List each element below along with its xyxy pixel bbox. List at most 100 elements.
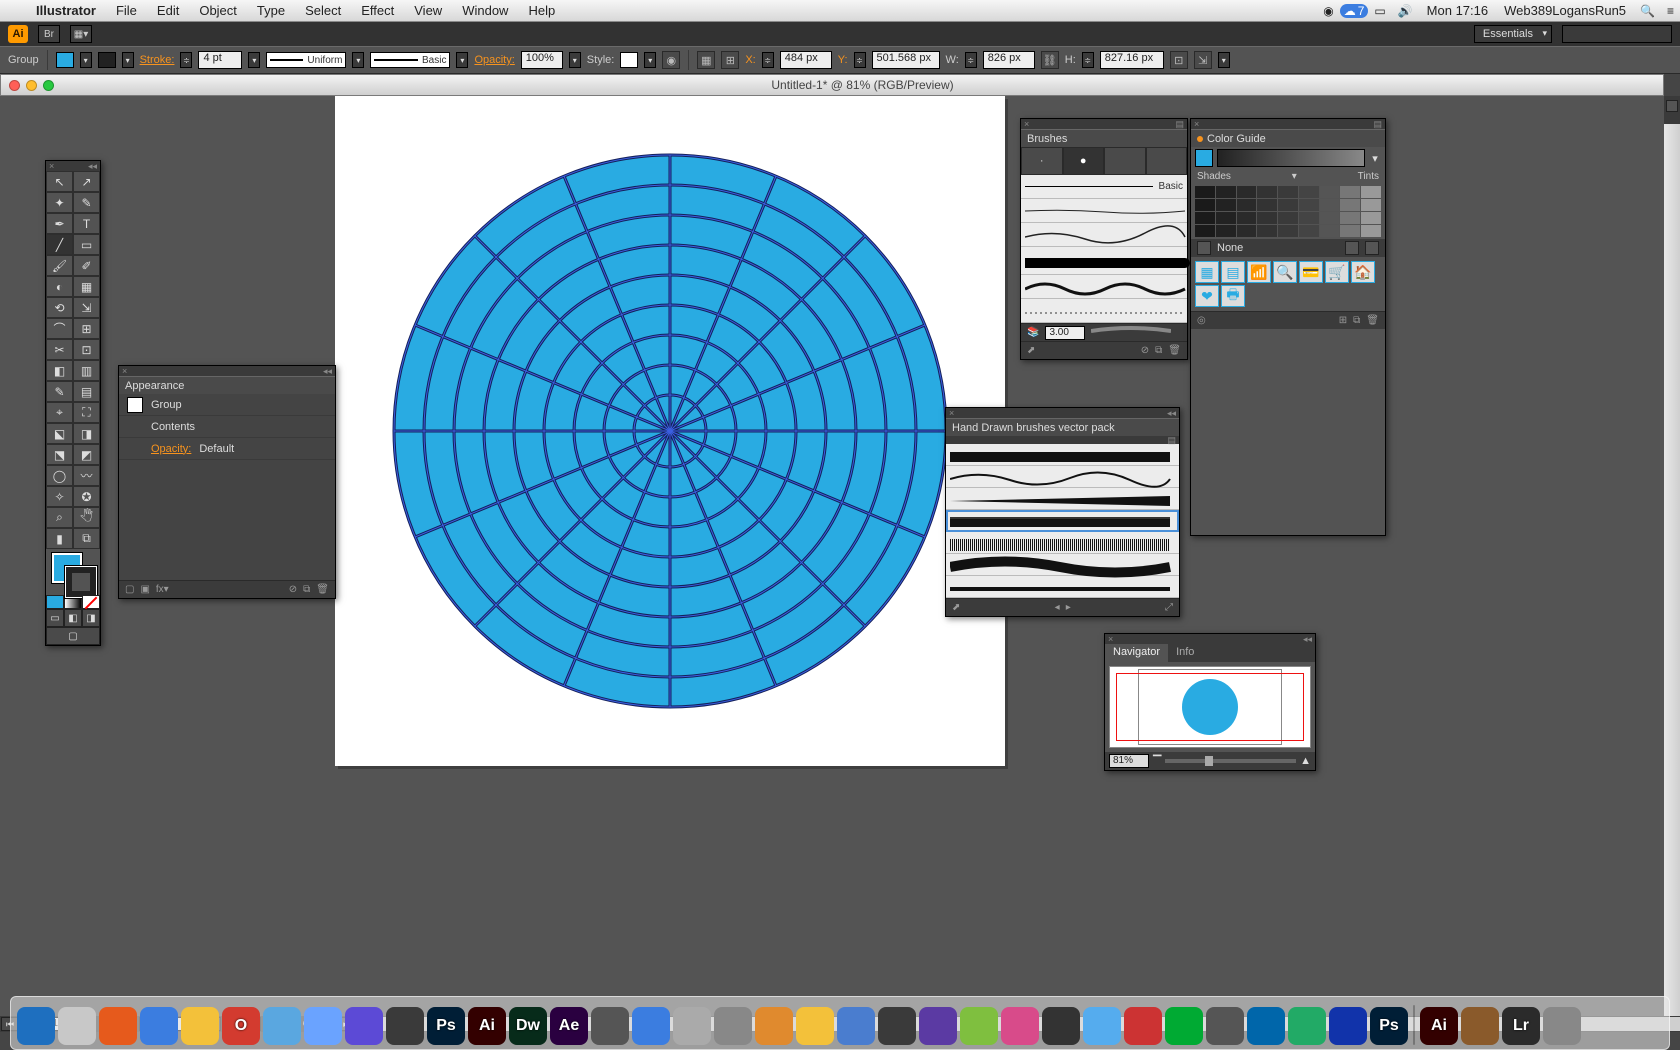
color-swatch[interactable] — [1320, 186, 1340, 198]
fill-swatch[interactable] — [56, 52, 74, 68]
stroke-swatch[interactable] — [98, 52, 116, 68]
tool-button[interactable]: ✂ — [46, 339, 73, 360]
color-swatch[interactable] — [1237, 225, 1257, 237]
dock-app-icon[interactable] — [1329, 1007, 1367, 1045]
dock-app-icon[interactable] — [99, 1007, 137, 1045]
grid-icon[interactable] — [1197, 241, 1211, 255]
fill-stroke-control[interactable] — [46, 549, 100, 595]
workspace-switcher[interactable]: Essentials — [1474, 25, 1552, 43]
dock-toggle-icon[interactable] — [1666, 100, 1678, 112]
tool-button[interactable]: ▥ — [73, 360, 100, 381]
brush-definition[interactable]: Basic — [370, 52, 450, 68]
navigator-zoom-slider[interactable] — [1165, 759, 1296, 763]
color-swatch[interactable] — [1237, 199, 1257, 211]
artboard[interactable] — [335, 96, 1005, 766]
tool-button[interactable]: ⊡ — [73, 339, 100, 360]
dock-app-icon[interactable] — [140, 1007, 178, 1045]
collapse-icon[interactable]: ◂◂ — [1303, 634, 1312, 645]
color-variation-grid[interactable] — [1191, 184, 1385, 239]
status-sync-icon[interactable]: ◉ — [1317, 4, 1339, 18]
dock-app-icon[interactable] — [1165, 1007, 1203, 1045]
guide-icon[interactable]: ▦ — [1195, 261, 1219, 283]
align-icon[interactable]: ▦ — [697, 51, 715, 69]
color-swatch[interactable] — [1257, 212, 1277, 224]
varwidth-dd[interactable]: ▾ — [352, 52, 364, 68]
color-swatch[interactable] — [1278, 225, 1298, 237]
dock-app-icon[interactable] — [58, 1007, 96, 1045]
brush-basic[interactable]: Basic — [1021, 175, 1187, 199]
expand-icon[interactable]: ⤢ — [1165, 602, 1173, 613]
tool-button[interactable]: ⇲ — [73, 297, 100, 318]
draw-normal-icon[interactable]: ▭ — [46, 609, 64, 627]
brush-item[interactable] — [1021, 223, 1187, 247]
vertical-scrollbar[interactable] — [1664, 96, 1680, 1016]
tool-button[interactable]: ◯ — [46, 465, 73, 486]
guide-icon[interactable]: ▤ — [1221, 261, 1245, 283]
dock-app-icon[interactable]: O — [222, 1007, 260, 1045]
status-cloud-icon[interactable]: ☁7 — [1340, 4, 1369, 18]
collapse-icon[interactable]: ◂◂ — [1167, 408, 1176, 419]
dock-app-icon[interactable] — [1124, 1007, 1162, 1045]
guide-icon[interactable]: ❤ — [1195, 285, 1219, 307]
zoom-out-icon[interactable]: ▔ — [1153, 755, 1161, 768]
dock-app-icon[interactable]: Dw — [509, 1007, 547, 1045]
color-swatch[interactable] — [1278, 199, 1298, 211]
color-swatch[interactable] — [1299, 186, 1319, 198]
tool-button[interactable]: 〰 — [73, 465, 100, 486]
color-swatch[interactable] — [1340, 199, 1360, 211]
tool-button[interactable]: T — [73, 213, 100, 234]
dock-app-icon[interactable]: Ae — [550, 1007, 588, 1045]
link-wh-icon[interactable]: ⛓ — [1041, 51, 1059, 69]
tool-button[interactable]: ⌖ — [46, 402, 73, 423]
info-tab[interactable]: Info — [1168, 644, 1202, 662]
tool-button[interactable]: ⊞ — [73, 318, 100, 339]
shape-mode-icon[interactable]: ⊡ — [1170, 51, 1188, 69]
cg-icon[interactable]: ⊞ — [1339, 315, 1347, 326]
guide-icon[interactable]: 🖶 — [1221, 285, 1245, 307]
draw-behind-icon[interactable]: ◧ — [64, 609, 82, 627]
close-icon[interactable]: × — [1024, 119, 1029, 129]
opacity-link[interactable]: Opacity: — [151, 443, 191, 455]
stroke-dropdown[interactable]: ▾ — [122, 52, 134, 68]
new-stroke-icon[interactable]: ▣ — [140, 584, 149, 595]
tool-button[interactable]: ◐ — [46, 276, 73, 297]
guide-icon[interactable]: 🔍 — [1273, 261, 1297, 283]
stroke-link[interactable]: Stroke: — [140, 54, 175, 66]
navigator-zoom-input[interactable]: 81% — [1109, 754, 1149, 768]
trash-icon[interactable]: 🗑 — [316, 584, 329, 595]
h-stepper[interactable]: ≑ — [1082, 52, 1094, 68]
cg-icon[interactable]: ⧉ — [1353, 315, 1360, 326]
dock-app-icon[interactable] — [1001, 1007, 1039, 1045]
color-swatch[interactable] — [1216, 199, 1236, 211]
tool-button[interactable]: ◩ — [73, 444, 100, 465]
tool-button[interactable]: ✧ — [46, 486, 73, 507]
dock-app-icon[interactable]: Ps — [427, 1007, 465, 1045]
color-swatch[interactable] — [1257, 199, 1277, 211]
style-dd[interactable]: ▾ — [644, 52, 656, 68]
tool-button[interactable]: ⬔ — [46, 444, 73, 465]
menubar-user[interactable]: Web389LogansRun5 — [1496, 3, 1634, 18]
menu-view[interactable]: View — [404, 3, 452, 18]
hand-brush-item[interactable] — [946, 466, 1179, 488]
help-search-input[interactable] — [1562, 25, 1672, 43]
w-input[interactable]: 826 px — [983, 51, 1035, 69]
close-icon[interactable]: × — [49, 161, 54, 171]
prev-icon[interactable]: ◂ — [1055, 602, 1060, 613]
brush-item[interactable] — [1021, 299, 1187, 323]
color-swatch[interactable] — [1361, 225, 1381, 237]
variable-width-profile[interactable]: Uniform — [266, 52, 346, 68]
dock-app-icon[interactable] — [304, 1007, 342, 1045]
color-swatch[interactable] — [1195, 186, 1215, 198]
draw-inside-icon[interactable]: ◨ — [82, 609, 100, 627]
dock-app-icon[interactable] — [960, 1007, 998, 1045]
new-fill-icon[interactable]: ▢ — [125, 584, 134, 595]
brush-slot-3[interactable] — [1104, 147, 1146, 175]
screen-mode-button[interactable]: ▢ — [46, 627, 100, 645]
color-swatch[interactable] — [1340, 186, 1360, 198]
color-swatch[interactable] — [1340, 212, 1360, 224]
add-effect-icon[interactable]: fx▾ — [156, 584, 169, 595]
panel-menu-icon[interactable]: ▤ — [1175, 119, 1184, 130]
color-swatch[interactable] — [1361, 199, 1381, 211]
navigator-view-box[interactable] — [1116, 673, 1304, 741]
menu-select[interactable]: Select — [295, 3, 351, 18]
